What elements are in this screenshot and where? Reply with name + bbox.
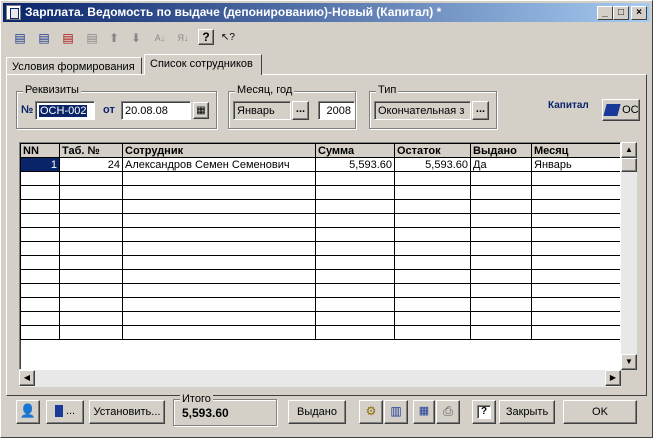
move-down-icon[interactable]: ⬇ — [127, 29, 145, 47]
scroll-up-button[interactable]: ▲ — [621, 142, 637, 158]
column-header-month[interactable]: Месяц — [531, 143, 620, 158]
month-field[interactable]: Январь — [233, 101, 291, 120]
print-icon[interactable]: ⎙ — [436, 400, 460, 424]
cell-month[interactable]: Январь — [531, 157, 620, 172]
type-group: Тип Окончательная з ... — [369, 84, 497, 129]
table-row[interactable]: 1 24 Александров Семен Семенович 5,593.6… — [20, 157, 620, 172]
column-header-sum[interactable]: Сумма — [315, 143, 395, 158]
book-icon — [603, 104, 621, 117]
type-label: Тип — [376, 84, 399, 96]
type-field[interactable]: Окончательная з — [374, 101, 471, 120]
org-button[interactable]: ОСН — [602, 99, 640, 121]
table-row[interactable] — [20, 213, 620, 228]
new-row-icon[interactable]: ▤ — [11, 29, 29, 47]
set-button[interactable]: Установить... — [89, 400, 165, 424]
document-icon — [6, 5, 21, 20]
main-window: Зарплата. Ведомость по выдаче (депониров… — [0, 0, 653, 438]
org-button-label: ОСН — [622, 104, 639, 116]
person-icon: 👤 — [19, 403, 37, 418]
table-row[interactable] — [20, 269, 620, 284]
period-label: Месяц, год — [235, 84, 295, 96]
scroll-right-button[interactable]: ▶ — [605, 370, 621, 386]
column-header-tab[interactable]: Таб. № — [59, 143, 123, 158]
month-select-button[interactable]: ... — [292, 101, 309, 120]
cell-tab[interactable]: 24 — [59, 157, 123, 172]
whats-this-icon[interactable]: ↖? — [219, 29, 237, 47]
report-icon[interactable]: ▦ — [413, 400, 435, 424]
minimize-button[interactable]: _ — [597, 6, 613, 20]
scroll-left-button[interactable]: ◀ — [19, 370, 35, 386]
table-row[interactable] — [20, 185, 620, 200]
column-header-nn[interactable]: NN — [20, 143, 60, 158]
table-row[interactable] — [20, 241, 620, 256]
more-options-button[interactable]: ... — [46, 400, 84, 424]
year-field[interactable]: 2008 — [318, 101, 355, 120]
table-row[interactable] — [20, 297, 620, 312]
sort-asc-icon[interactable]: A↓ — [151, 29, 169, 47]
window-title: Зарплата. Ведомость по выдаче (депониров… — [25, 5, 442, 19]
move-up-icon[interactable]: ⬆ — [105, 29, 123, 47]
requisites-group: Реквизиты № ОСН-002 от 20.08.08 ▦ — [16, 84, 217, 129]
requisites-label: Реквизиты — [23, 84, 81, 96]
table-header-row: NN Таб. № Сотрудник Сумма Остаток Выдано… — [20, 143, 620, 158]
table-row[interactable] — [20, 325, 620, 340]
ok-button[interactable]: OK — [563, 400, 637, 424]
column-header-rest[interactable]: Остаток — [394, 143, 471, 158]
number-field[interactable]: ОСН-002 — [35, 101, 95, 120]
help-icon-bottom: ? — [477, 405, 491, 419]
table-row[interactable] — [20, 311, 620, 326]
help-icon[interactable]: ? — [198, 29, 214, 45]
chart-icon[interactable]: ▥ — [384, 400, 408, 424]
scroll-down-button[interactable]: ▼ — [621, 354, 637, 370]
employee-card-button[interactable]: 👤 — [16, 400, 40, 424]
employees-table-body: NN Таб. № Сотрудник Сумма Остаток Выдано… — [20, 143, 620, 340]
total-value: 5,593.60 — [182, 406, 229, 420]
column-header-issued[interactable]: Выдано — [470, 143, 532, 158]
settings-icon[interactable]: ⚙ — [359, 400, 383, 424]
table-row[interactable] — [20, 255, 620, 270]
cell-sum[interactable]: 5,593.60 — [315, 157, 395, 172]
close-button[interactable]: Закрыть — [499, 400, 555, 424]
date-label: от — [103, 104, 115, 116]
close-window-button[interactable]: × — [631, 6, 647, 20]
employees-table[interactable]: NN Таб. № Сотрудник Сумма Остаток Выдано… — [19, 142, 621, 370]
help-button[interactable]: ? — [472, 400, 496, 424]
table-row[interactable] — [20, 171, 620, 186]
org-label: Капитал — [548, 100, 589, 111]
sort-desc-icon[interactable]: Я↓ — [174, 29, 192, 47]
number-label: № — [21, 104, 34, 116]
tab-conditions[interactable]: Условия формирования — [6, 57, 142, 75]
total-group: Итого 5,593.60 — [173, 393, 277, 426]
table-row[interactable] — [20, 199, 620, 214]
vertical-scrollbar[interactable]: ▲ ▼ — [621, 142, 637, 370]
copy-row-icon[interactable]: ▤ — [35, 29, 53, 47]
date-field[interactable]: 20.08.08 — [121, 101, 191, 120]
calendar-icon[interactable]: ▦ — [193, 102, 209, 119]
table-row[interactable] — [20, 227, 620, 242]
period-group: Месяц, год Январь ... 2008 — [228, 84, 356, 129]
horizontal-scrollbar[interactable]: ◀ ▶ — [19, 370, 621, 387]
number-value: ОСН-002 — [39, 105, 88, 117]
cell-nn[interactable]: 1 — [20, 157, 60, 172]
type-select-button[interactable]: ... — [472, 101, 489, 120]
issued-button[interactable]: Выдано — [288, 400, 346, 424]
cell-issued[interactable]: Да — [470, 157, 532, 172]
cell-rest[interactable]: 5,593.60 — [394, 157, 471, 172]
maximize-button[interactable]: □ — [613, 6, 629, 20]
delete-row-icon[interactable]: ▤ — [59, 29, 77, 47]
more-options-label: ... — [65, 405, 76, 417]
edit-row-icon[interactable]: ▤ — [83, 29, 101, 47]
table-row[interactable] — [20, 283, 620, 298]
total-label: Итого — [180, 393, 213, 405]
scroll-thumb[interactable] — [621, 158, 637, 172]
cell-employee[interactable]: Александров Семен Семенович — [122, 157, 316, 172]
list-icon — [54, 405, 63, 418]
title-bar[interactable]: Зарплата. Ведомость по выдаче (депониров… — [3, 3, 650, 22]
tab-employees[interactable]: Список сотрудников — [144, 54, 262, 75]
column-header-employee[interactable]: Сотрудник — [122, 143, 316, 158]
